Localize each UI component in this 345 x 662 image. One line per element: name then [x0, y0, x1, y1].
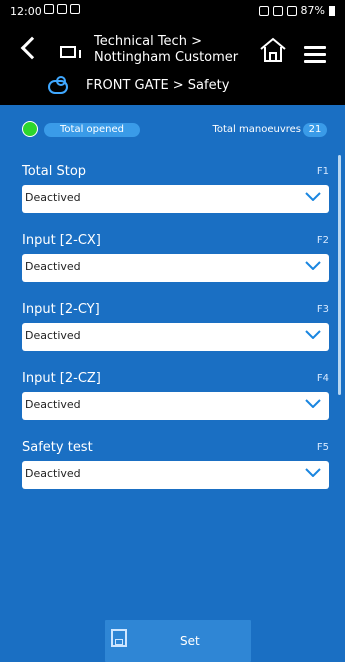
save-icon: [111, 629, 127, 647]
field-label: Safety test: [22, 440, 93, 455]
field-input-2-cx: Input [2-CX] F2 Deactived: [0, 224, 345, 292]
breadcrumb-text: FRONT GATE > Safety: [86, 78, 230, 93]
field-input-2-cy: Input [2-CY] F3 Deactived: [0, 293, 345, 361]
app-header: 12:00 87% Technical Tech > Nottingham Cu…: [0, 0, 345, 105]
state-badge: Total opened: [44, 123, 140, 137]
notification-icon: [57, 4, 67, 14]
safety-settings: Total opened Total manoeuvres 21 Total S…: [0, 105, 345, 617]
field-total-stop: Total Stop F1 Deactived: [0, 155, 345, 223]
footer-bar: Set: [0, 617, 345, 662]
field-label: Input [2-CZ]: [22, 371, 101, 386]
select-value: Deactived: [25, 260, 81, 273]
status-time: 12:00: [10, 5, 42, 18]
select-value: Deactived: [25, 467, 81, 480]
field-input-2-cz: Input [2-CZ] F4 Deactived: [0, 362, 345, 430]
input-2-cy-select[interactable]: Deactived: [22, 323, 329, 351]
battery-icon: [329, 5, 335, 16]
select-value: Deactived: [25, 191, 81, 204]
manoeuvres-count-badge: 21: [303, 123, 327, 137]
screen: 12:00 87% Technical Tech > Nottingham Cu…: [0, 0, 345, 662]
title-line-2: Nottingham Customer: [94, 50, 239, 65]
wifi-icon: [286, 5, 297, 16]
alarm-icon: [258, 5, 269, 16]
device-icon: [60, 46, 81, 58]
field-code: F3: [316, 304, 329, 315]
total-stop-select[interactable]: Deactived: [22, 185, 329, 213]
breadcrumb: FRONT GATE > Safety: [0, 76, 345, 98]
title-line-1: Technical Tech >: [94, 34, 202, 49]
field-label: Input [2-CX]: [22, 233, 101, 248]
notification-icon: [70, 4, 80, 14]
set-button[interactable]: Set: [105, 620, 251, 662]
input-2-cx-select[interactable]: Deactived: [22, 254, 329, 282]
home-icon[interactable]: [258, 36, 288, 64]
notification-icon: [44, 4, 54, 14]
manoeuvres-label: Total manoeuvres: [212, 124, 301, 135]
chevron-down-icon: [305, 399, 321, 408]
safety-test-select[interactable]: Deactived: [22, 461, 329, 489]
chevron-down-icon: [305, 192, 321, 201]
chevron-down-icon: [305, 261, 321, 270]
input-2-cz-select[interactable]: Deactived: [22, 392, 329, 420]
select-value: Deactived: [25, 398, 81, 411]
top-navigation: Technical Tech > Nottingham Customer: [0, 28, 345, 78]
field-label: Input [2-CY]: [22, 302, 100, 317]
menu-icon[interactable]: [304, 46, 326, 63]
select-value: Deactived: [25, 329, 81, 342]
field-code: F2: [316, 235, 329, 246]
status-right-icons: 87%: [258, 4, 335, 17]
field-label: Total Stop: [22, 164, 87, 179]
battery-percent: 87%: [300, 4, 325, 17]
status-notification-icons: [44, 4, 80, 14]
cloud-icon: [48, 76, 68, 94]
set-button-label: Set: [180, 634, 200, 648]
back-arrow-icon[interactable]: [20, 36, 44, 60]
field-code: F1: [316, 166, 329, 177]
field-safety-test: Safety test F5 Deactived: [0, 431, 345, 499]
chevron-down-icon: [305, 468, 321, 477]
chevron-down-icon: [305, 330, 321, 339]
field-code: F5: [316, 442, 329, 453]
bluetooth-icon: [272, 5, 283, 16]
status-indicator-icon: [22, 121, 38, 137]
page-title: Technical Tech > Nottingham Customer: [94, 34, 238, 66]
field-code: F4: [316, 373, 329, 384]
status-bar: 12:00 87%: [0, 0, 345, 22]
summary-row: Total opened Total manoeuvres 21: [0, 118, 345, 140]
